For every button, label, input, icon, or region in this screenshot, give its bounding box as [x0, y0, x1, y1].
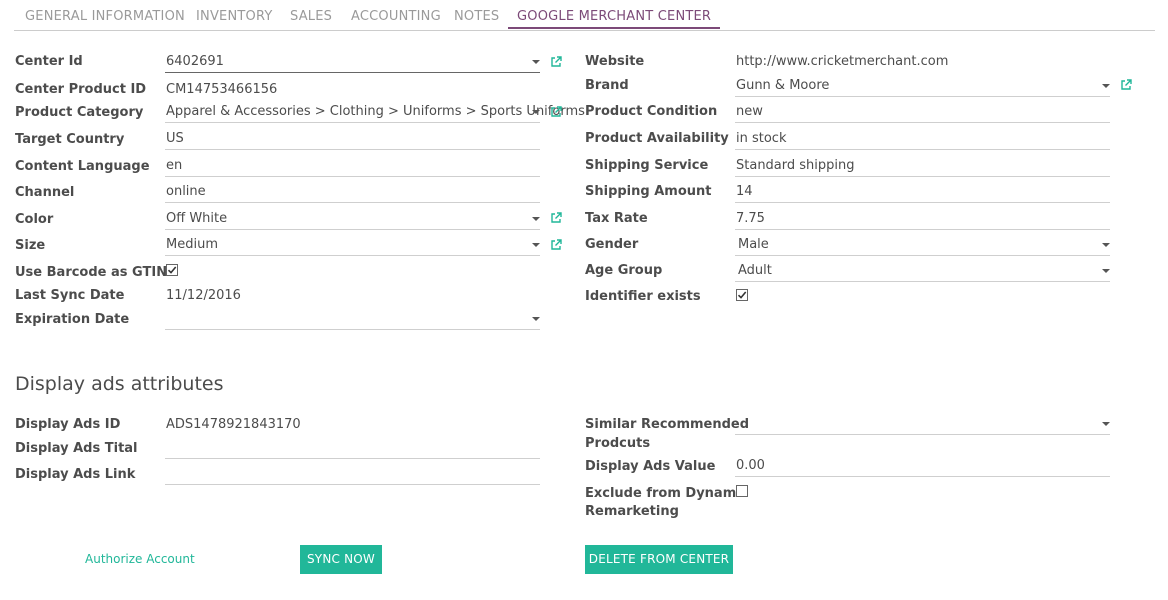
channel-field[interactable]: online	[165, 182, 540, 203]
age-group-value: Adult	[738, 263, 772, 278]
shipping-amount-field[interactable]: 14	[735, 182, 1110, 203]
sync-now-button[interactable]: SYNC NOW	[300, 545, 382, 574]
product-category-select[interactable]: Apparel & Accessories > Clothing > Unifo…	[165, 102, 585, 123]
display-ads-link-label: Display Ads Link	[15, 467, 136, 482]
tab-accounting[interactable]: ACCOUNTING	[351, 9, 441, 24]
channel-label: Channel	[15, 185, 75, 200]
identifier-exists-checkbox[interactable]	[736, 289, 748, 301]
chevron-down-icon	[532, 110, 540, 114]
chevron-down-icon	[532, 317, 540, 321]
gender-select[interactable]: Male	[735, 235, 1110, 256]
notebook-tabs: GENERAL INFORMATION INVENTORY SALES ACCO…	[14, 0, 1155, 31]
shipping-service-field[interactable]: Standard shipping	[735, 156, 1110, 177]
last-sync-label: Last Sync Date	[15, 288, 125, 303]
center-id-value: 6402691	[166, 54, 224, 69]
product-condition-label: Product Condition	[585, 104, 718, 119]
exclude-remarketing-label-line1: Exclude from Dynamic	[585, 486, 749, 501]
tab-inventory[interactable]: INVENTORY	[196, 9, 273, 24]
chevron-down-icon	[1102, 269, 1110, 273]
display-ads-id-value: ADS1478921843170	[166, 417, 301, 432]
size-value: Medium	[166, 237, 218, 252]
identifier-exists-label: Identifier exists	[585, 289, 701, 304]
checkmark-icon	[167, 266, 177, 274]
display-ads-link-field[interactable]	[165, 464, 540, 485]
expiration-date-input[interactable]	[165, 309, 540, 330]
external-link-icon[interactable]	[550, 239, 562, 251]
target-country-field[interactable]: US	[165, 129, 540, 150]
product-category-value: Apparel & Accessories > Clothing > Unifo…	[166, 104, 585, 119]
product-category-label: Product Category	[15, 105, 144, 120]
channel-value: online	[166, 184, 206, 199]
tab-general-information[interactable]: GENERAL INFORMATION	[25, 9, 185, 24]
content-language-value: en	[166, 158, 183, 173]
display-ads-value-field[interactable]: 0.00	[735, 456, 1110, 477]
website-label: Website	[585, 54, 645, 69]
gender-label: Gender	[585, 237, 639, 252]
chevron-down-icon	[532, 243, 540, 247]
center-id-select[interactable]: 6402691	[165, 52, 540, 73]
target-country-value: US	[166, 131, 184, 146]
tax-rate-value: 7.75	[736, 211, 765, 226]
size-select[interactable]: Medium	[165, 235, 540, 256]
center-product-id-label: Center Product ID	[15, 82, 147, 97]
shipping-amount-label: Shipping Amount	[585, 184, 712, 199]
chevron-down-icon	[1102, 84, 1110, 88]
checkmark-icon	[737, 291, 747, 299]
age-group-select[interactable]: Adult	[735, 261, 1110, 282]
product-availability-label: Product Availability	[585, 131, 729, 146]
shipping-amount-value: 14	[736, 184, 753, 199]
similar-products-label-line1: Similar Recommended	[585, 417, 750, 432]
shipping-service-value: Standard shipping	[736, 158, 855, 173]
last-sync-value: 11/12/2016	[166, 288, 241, 303]
color-label: Color	[15, 212, 54, 227]
center-id-label: Center Id	[15, 54, 83, 69]
display-ads-value-label: Display Ads Value	[585, 459, 716, 474]
use-barcode-checkbox[interactable]	[166, 264, 178, 276]
chevron-down-icon	[532, 217, 540, 221]
display-ads-section-title: Display ads attributes	[15, 373, 224, 395]
size-label: Size	[15, 238, 46, 253]
chevron-down-icon	[532, 60, 540, 64]
use-barcode-label: Use Barcode as GTIN	[15, 265, 168, 280]
tax-rate-field[interactable]: 7.75	[735, 209, 1110, 230]
external-link-icon[interactable]	[550, 106, 562, 118]
content-language-label: Content Language	[15, 159, 150, 174]
tab-sales[interactable]: SALES	[290, 9, 332, 24]
display-ads-tital-label: Display Ads Tital	[15, 441, 138, 456]
product-availability-field[interactable]: in stock	[735, 129, 1110, 150]
external-link-icon[interactable]	[550, 56, 562, 68]
similar-products-label-line2: Prodcuts	[585, 436, 651, 451]
age-group-label: Age Group	[585, 263, 663, 278]
target-country-label: Target Country	[15, 132, 125, 147]
product-condition-field[interactable]: new	[735, 102, 1110, 123]
product-condition-value: new	[736, 104, 763, 119]
content-language-field[interactable]: en	[165, 156, 540, 177]
brand-select[interactable]: Gunn & Moore	[735, 76, 1110, 97]
brand-value: Gunn & Moore	[736, 78, 830, 93]
display-ads-value-value: 0.00	[736, 458, 765, 473]
shipping-service-label: Shipping Service	[585, 158, 709, 173]
tab-notes[interactable]: NOTES	[454, 9, 499, 24]
color-select[interactable]: Off White	[165, 209, 540, 230]
tab-google-merchant-center[interactable]: GOOGLE MERCHANT CENTER	[508, 0, 721, 29]
website-value[interactable]: http://www.cricketmerchant.com	[736, 54, 948, 69]
chevron-down-icon	[1102, 243, 1110, 247]
chevron-down-icon	[1102, 422, 1110, 426]
external-link-icon[interactable]	[550, 212, 562, 224]
gender-value: Male	[738, 237, 769, 252]
tax-rate-label: Tax Rate	[585, 211, 648, 226]
external-link-icon[interactable]	[1120, 79, 1132, 91]
exclude-remarketing-label-line2: Remarketing	[585, 504, 679, 519]
display-ads-id-label: Display Ads ID	[15, 417, 121, 432]
exclude-remarketing-checkbox[interactable]	[736, 485, 748, 497]
display-ads-tital-field[interactable]	[165, 438, 540, 459]
similar-products-select[interactable]	[735, 414, 1110, 435]
color-value: Off White	[166, 211, 228, 226]
center-product-id-value: CM14753466156	[166, 82, 278, 97]
product-availability-value: in stock	[736, 131, 787, 146]
authorize-account-link[interactable]: Authorize Account	[85, 552, 195, 566]
expiration-label: Expiration Date	[15, 312, 130, 327]
brand-label: Brand	[585, 78, 629, 93]
delete-from-center-button[interactable]: DELETE FROM CENTER	[585, 545, 733, 574]
